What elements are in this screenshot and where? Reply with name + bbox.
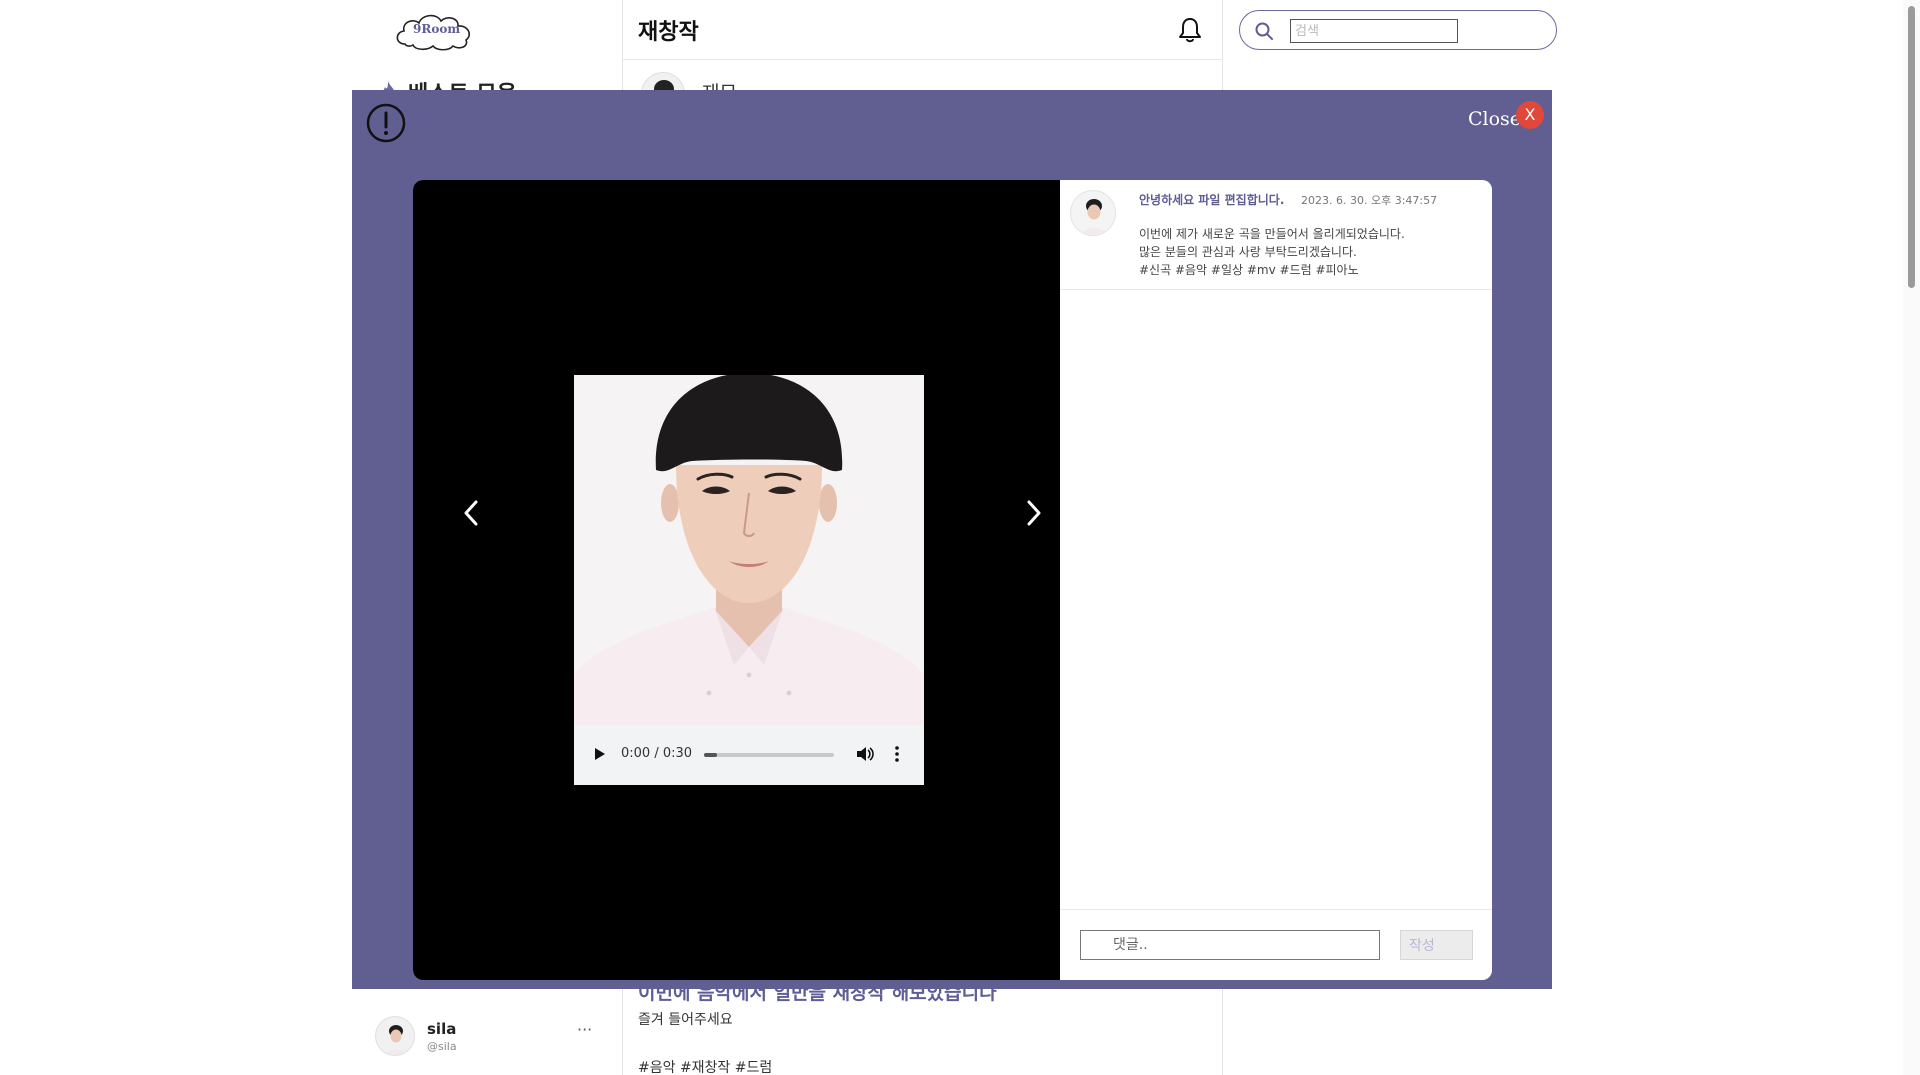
close-label[interactable]: Close [1468, 108, 1521, 130]
comment-panel: 안녕하세요 파일 편집합니다. 2023. 6. 30. 오후 3:47:57 … [1060, 180, 1492, 980]
portrait-image [574, 375, 924, 725]
author-avatar[interactable] [1070, 190, 1116, 236]
header-divider [623, 59, 1222, 60]
logo-text: 9Room [413, 22, 461, 36]
user-name: sila [427, 1020, 457, 1038]
search-icon [1255, 22, 1273, 40]
post-title: 안녕하세요 파일 편집합니다. [1139, 193, 1285, 207]
post-text-line: 이번에 제가 새로운 곡을 만들어서 올리게되었습니다. [1139, 227, 1405, 241]
search-input[interactable] [1290, 19, 1458, 43]
avatar [375, 1016, 415, 1056]
post-date: 2023. 6. 30. 오후 3:47:57 [1301, 194, 1438, 207]
play-icon[interactable] [594, 747, 606, 761]
post-header: 안녕하세요 파일 편집합니다. 2023. 6. 30. 오후 3:47:57 … [1060, 180, 1492, 290]
chevron-left-icon[interactable] [456, 493, 486, 533]
audio-player: 0:00 / 0:30 [574, 725, 924, 785]
chevron-right-icon[interactable] [1019, 493, 1049, 533]
audio-seek-bar[interactable] [704, 753, 834, 757]
post-tags: #신곡 #음악 #일상 #mv #드럼 #피아노 [1139, 263, 1359, 277]
audio-progress [704, 753, 717, 757]
post-text-line: 많은 분들의 관심과 사랑 부탁드리겠습니다. [1139, 245, 1357, 259]
post-dialog: 0:00 / 0:30 안녕하세요 파일 편집합니다. 2023. 6. 30.… [413, 180, 1492, 980]
user-handle: @sila [427, 1040, 457, 1053]
media-viewer: 0:00 / 0:30 [413, 180, 1060, 980]
post-body: 즐겨 들어주세요 [638, 1012, 733, 1028]
post-detail-modal: Close X 0:00 / 0:30 안녕하세요 파일 편집합니다. 2023… [352, 90, 1552, 989]
search-bar[interactable] [1239, 10, 1557, 50]
page-scrollbar-thumb[interactable] [1908, 6, 1915, 288]
audio-time: 0:00 / 0:30 [621, 746, 693, 761]
volume-icon[interactable] [856, 745, 874, 763]
media-item: 0:00 / 0:30 [574, 375, 924, 785]
more-options-button[interactable]: ··· [577, 1020, 592, 1039]
current-user-card[interactable]: sila @sila ··· [375, 1014, 597, 1060]
close-button[interactable]: X [1516, 101, 1544, 129]
warning-icon[interactable] [366, 103, 406, 143]
post-tags: #음악 #재창작 #드럼 [638, 1060, 773, 1075]
comment-input[interactable] [1080, 930, 1380, 960]
submit-comment-button[interactable]: 작성 [1400, 930, 1473, 960]
more-vertical-icon[interactable] [894, 745, 900, 763]
page-title: 재창작 [638, 20, 699, 45]
logo[interactable]: 9Room [393, 10, 475, 52]
comment-form: 작성 [1060, 909, 1492, 980]
bell-icon[interactable] [1176, 16, 1204, 44]
